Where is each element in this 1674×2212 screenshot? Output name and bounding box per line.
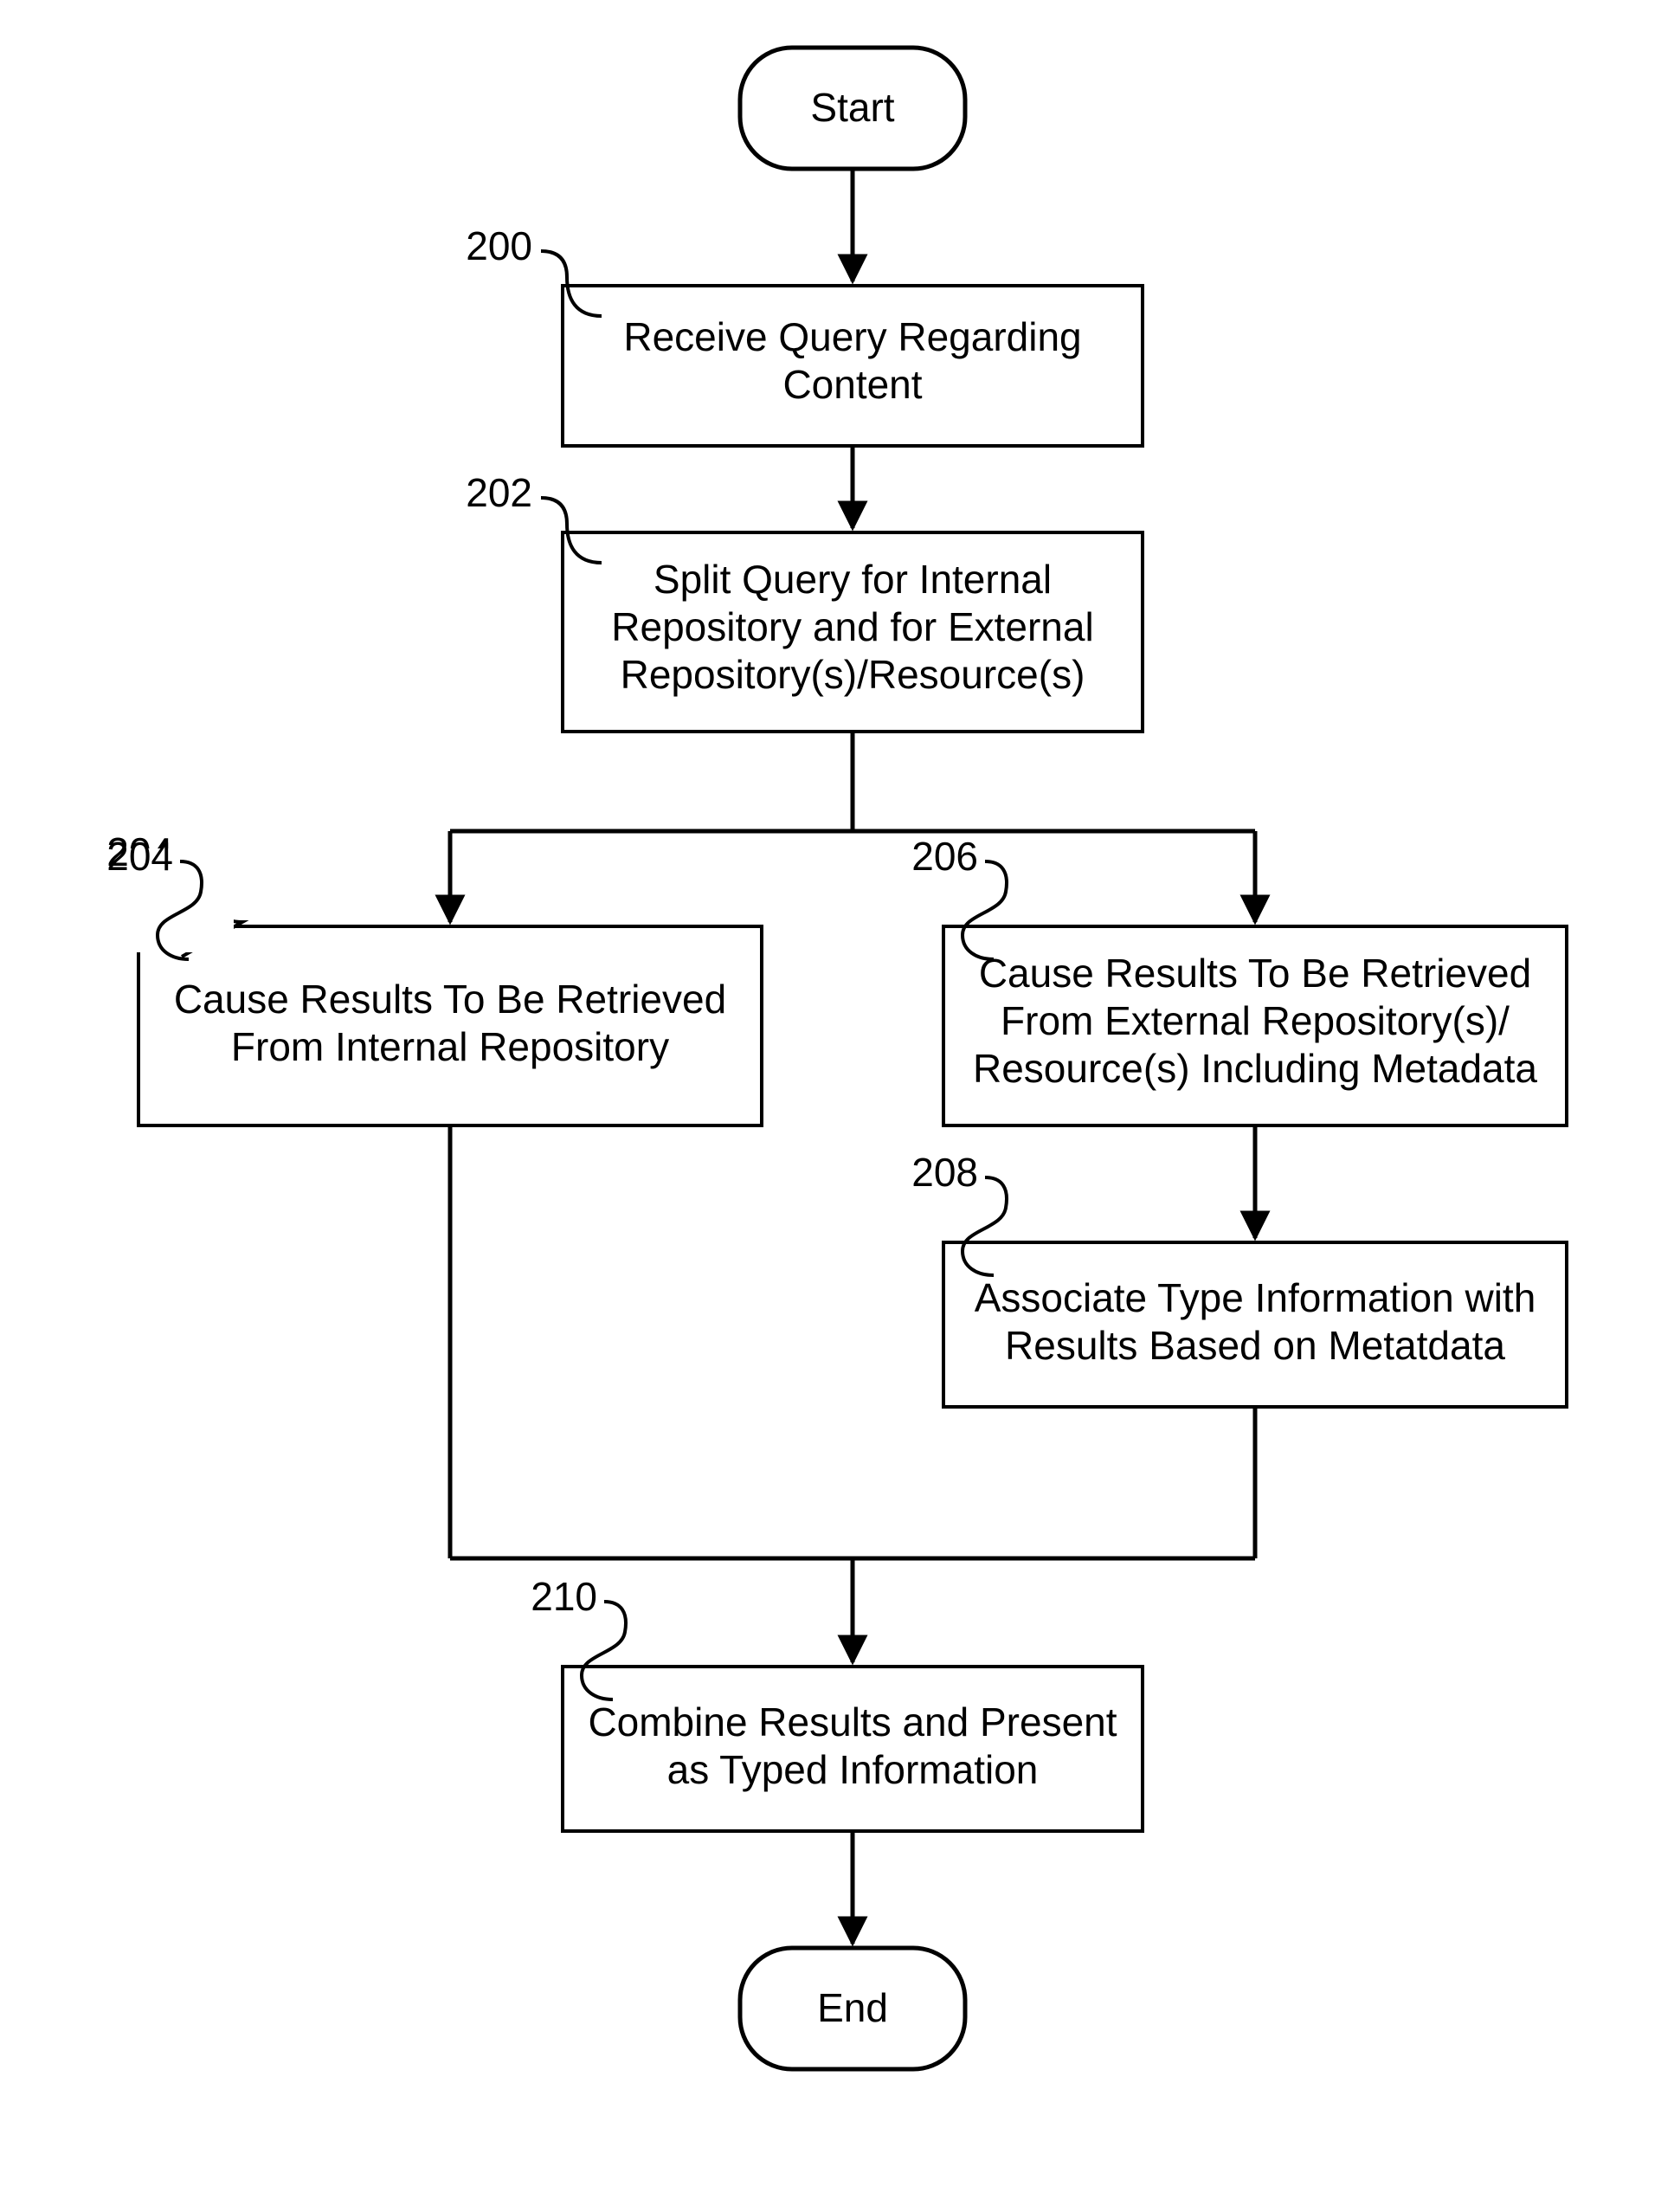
label-208: 208 [911, 1150, 978, 1195]
node-210-line1: Combine Results and Present [588, 1699, 1117, 1744]
node-206-line2: From External Repository(s)/ [1001, 998, 1510, 1043]
terminator-start-label: Start [810, 85, 894, 130]
label-202: 202 [466, 470, 532, 515]
node-202-line3: Repository(s)/Resource(s) [621, 652, 1085, 697]
node-208-line1: Associate Type Information with [975, 1275, 1536, 1320]
node-208-line2: Results Based on Metatdata [1005, 1323, 1505, 1368]
label-204-v: 204 [106, 834, 173, 879]
label-210: 210 [531, 1574, 597, 1619]
label-206: 206 [911, 834, 978, 879]
node-200-line1: Receive Query Regarding [623, 314, 1081, 359]
node-210-line2: as Typed Information [667, 1747, 1039, 1792]
label-200: 200 [466, 223, 532, 268]
node-202-line1: Split Query for Internal [654, 557, 1052, 602]
node-202-line2: Repository and for External [611, 604, 1093, 649]
node-206-line3: Resource(s) Including Metadata [973, 1046, 1537, 1091]
node-206-line1: Cause Results To Be Retrieved [979, 951, 1531, 996]
terminator-end-label: End [817, 1985, 888, 2030]
flowchart: Start Receive Query Regarding Content 20… [0, 0, 1674, 2212]
node-204-line2: From Internal Repository [231, 1024, 669, 1069]
node-200-line2: Content [782, 362, 922, 407]
node-204-line1: Cause Results To Be Retrieved [174, 977, 726, 1022]
